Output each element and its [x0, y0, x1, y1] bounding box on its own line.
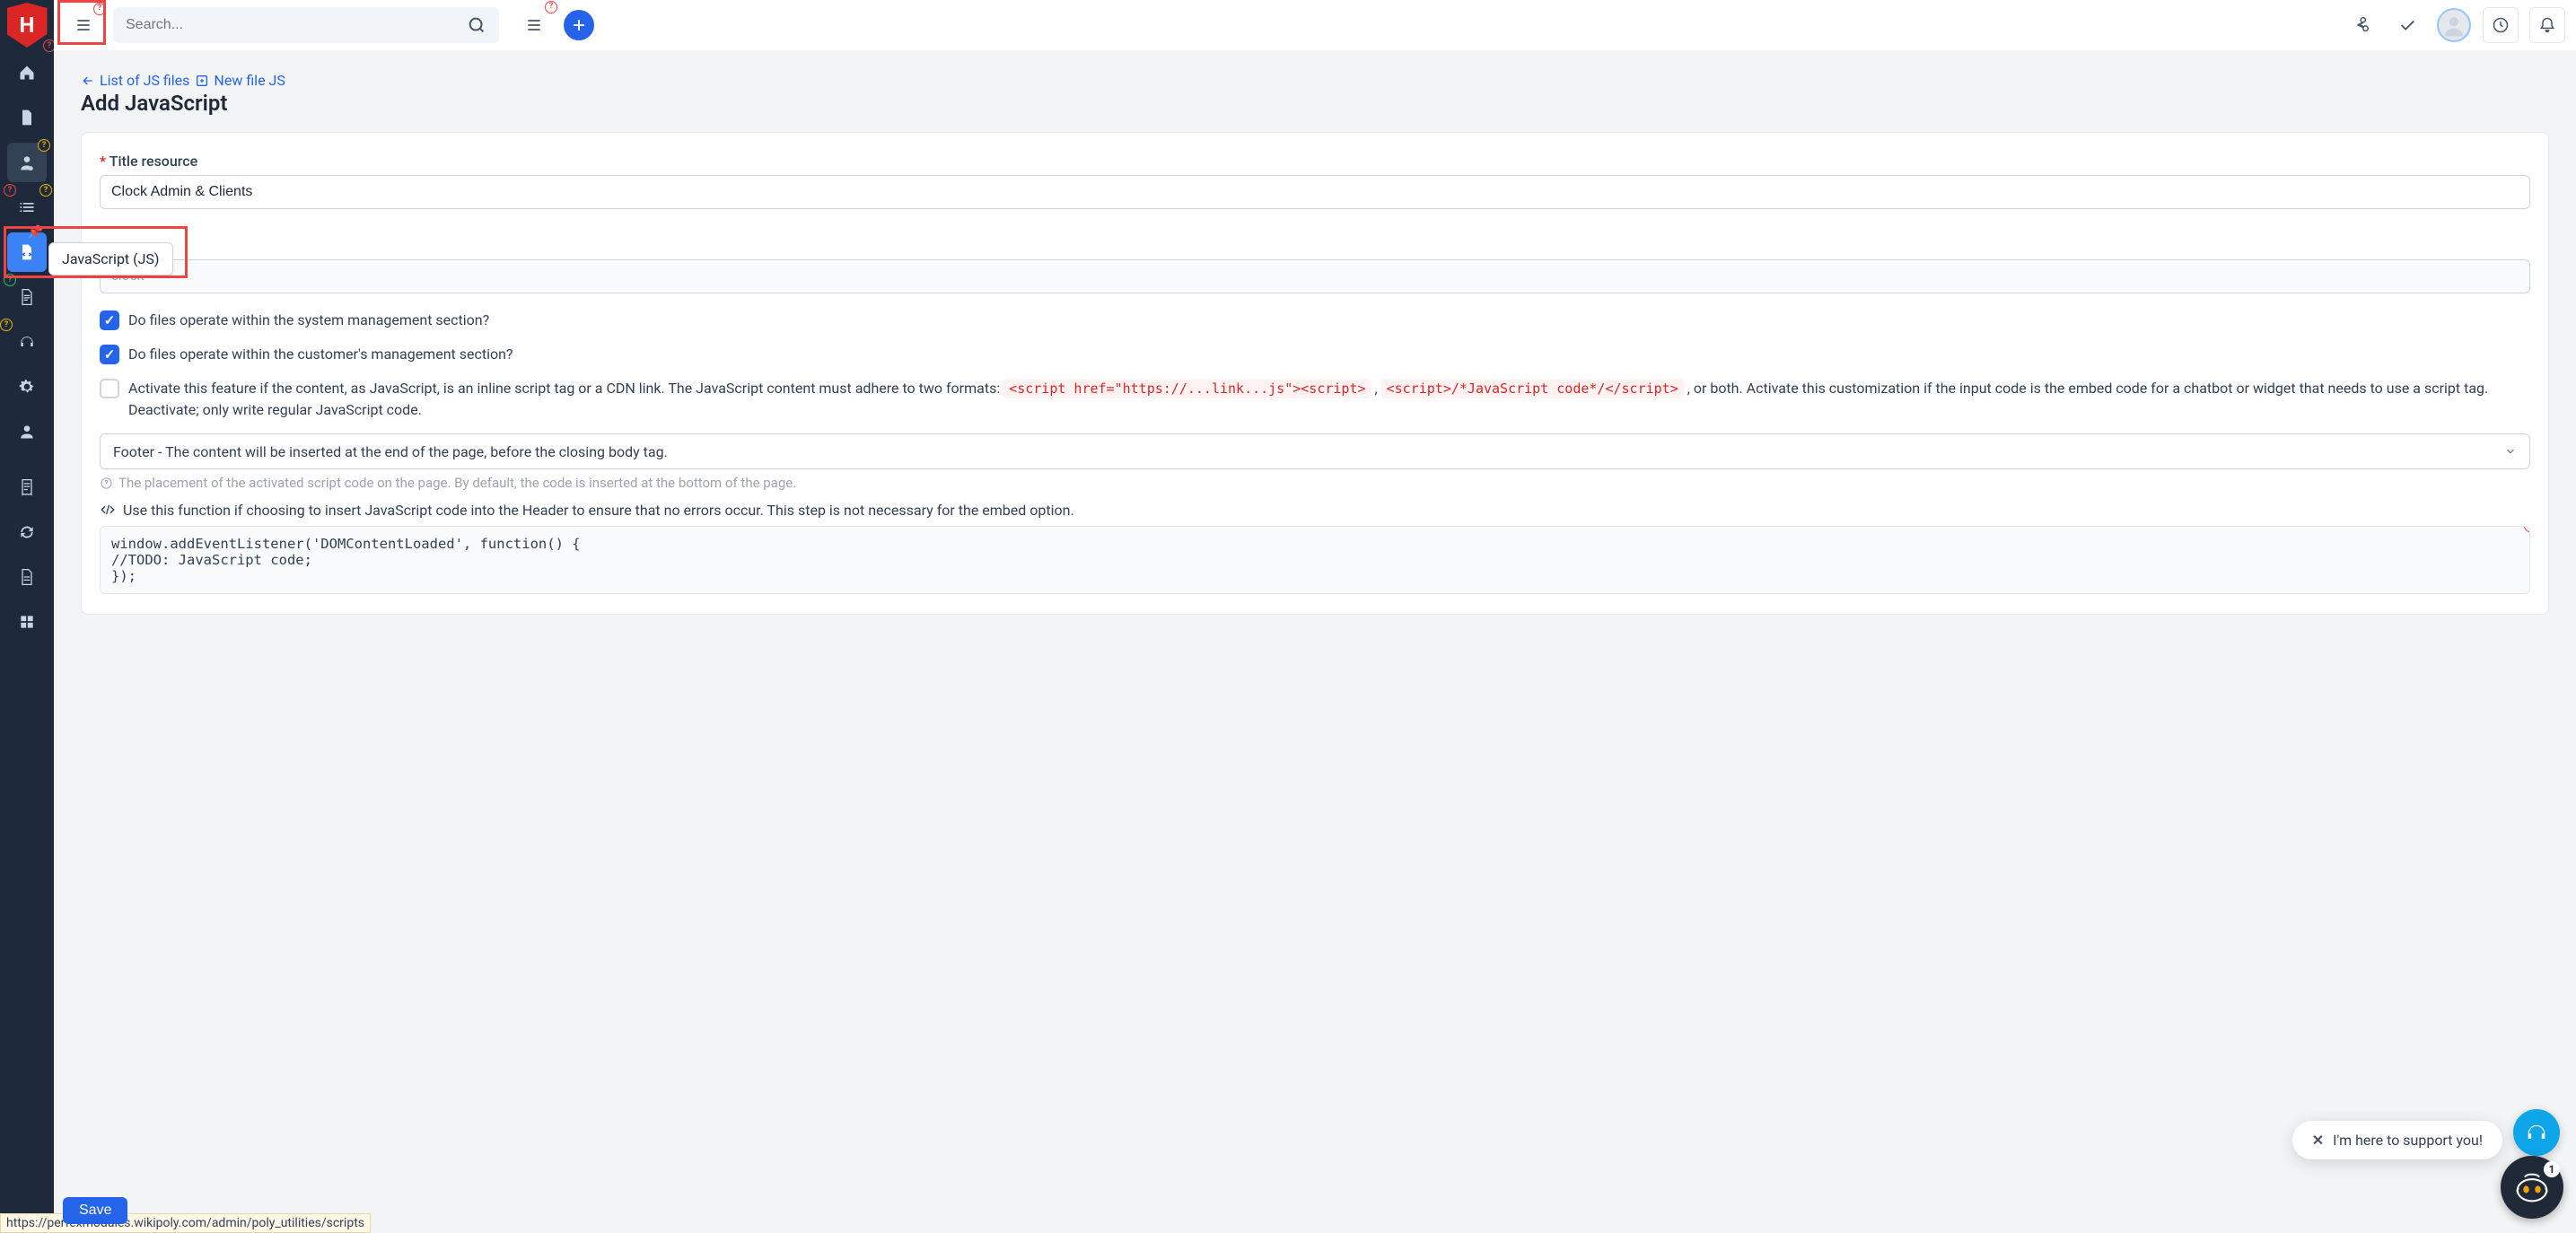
check-inline-box[interactable]: [100, 379, 119, 398]
clock-icon: [2492, 16, 2510, 34]
check-admin-row: Do files operate within the system manag…: [100, 310, 2530, 331]
sidebar-item-report[interactable]: [7, 557, 47, 597]
bell-button[interactable]: [2529, 7, 2565, 43]
list-check-icon: [18, 198, 36, 216]
sidebar-item-settings[interactable]: [7, 367, 47, 407]
menu-toggle-button[interactable]: ?: [65, 6, 102, 44]
avatar-button[interactable]: [2436, 7, 2472, 43]
sidebar-item-sync[interactable]: [7, 512, 47, 552]
check-client-row: Do files operate within the customer's m…: [100, 344, 2530, 365]
save-button[interactable]: Save: [63, 1197, 127, 1224]
sidebar-item-file[interactable]: [7, 98, 47, 137]
search-input[interactable]: [126, 17, 467, 33]
check-button[interactable]: [2389, 7, 2425, 43]
share-button[interactable]: [2343, 7, 2379, 43]
grid-icon: [18, 613, 36, 631]
user-clock-icon: [18, 153, 36, 171]
pin-icon: 📌: [28, 225, 43, 240]
share-icon: [2351, 15, 2370, 35]
sidebar-item-receipt[interactable]: [7, 468, 47, 507]
support-fab[interactable]: [2513, 1109, 2560, 1156]
placement-select[interactable]: Footer - The content will be inserted at…: [100, 433, 2530, 469]
content: List of JS files New file JS Add JavaScr…: [54, 50, 2576, 1233]
form-card: * Title resource Do files operate within…: [81, 132, 2549, 615]
sidebar-item-user-clock[interactable]: ?: [7, 143, 47, 182]
check-inline-row: Activate this feature if the content, as…: [100, 378, 2530, 421]
home-icon: [18, 64, 36, 82]
logo[interactable]: H ?: [0, 0, 54, 50]
page-title: Add JavaScript: [81, 91, 2549, 116]
check-inline-label: Activate this feature if the content, as…: [128, 378, 2530, 421]
sidebar-item-list[interactable]: ? ?: [7, 188, 47, 227]
bell-icon: [2538, 16, 2556, 34]
bot-badge: 1: [2544, 1161, 2560, 1177]
secondary-menu-button[interactable]: ?: [515, 6, 553, 44]
check-client-label: Do files operate within the customer's m…: [128, 344, 513, 365]
check-admin-box[interactable]: [100, 310, 119, 330]
gear-icon: [18, 378, 36, 396]
sidebar-item-grid[interactable]: [7, 602, 47, 642]
title-label: * Title resource: [100, 153, 2530, 170]
file-icon: [18, 109, 36, 127]
tooltip-js: JavaScript (JS): [48, 242, 173, 275]
bot-fab[interactable]: 1: [2501, 1156, 2563, 1219]
receipt-icon: [18, 478, 36, 496]
placement-selected-value: Footer - The content will be inserted at…: [113, 443, 668, 460]
user-icon: [18, 423, 36, 441]
doc-lines-icon: [18, 288, 36, 306]
support-bubble: ✕ I'm here to support you!: [2292, 1121, 2502, 1159]
check-client-box[interactable]: [100, 345, 119, 364]
add-button[interactable]: [564, 10, 594, 40]
plus-square-icon: [195, 74, 209, 88]
logo-shield-icon: H: [7, 3, 48, 48]
avatar-icon: [2437, 8, 2471, 42]
file-text-icon: [18, 568, 36, 586]
placement-hint: The placement of the activated script co…: [100, 475, 2530, 491]
status-url: https://perfexmodules.wikipoly.com/admin…: [0, 1213, 371, 1233]
menu-icon: [525, 16, 543, 34]
topbar: ? ?: [54, 0, 2576, 50]
arrow-left-icon: [81, 74, 95, 88]
chevron-down-icon: [2504, 445, 2517, 458]
sync-icon: [18, 523, 36, 541]
check-icon: [2397, 15, 2417, 35]
plus-icon: [571, 17, 587, 33]
breadcrumb: List of JS files New file JS: [81, 72, 2549, 89]
support-message: I'm here to support you!: [2333, 1132, 2483, 1149]
sidebar-item-profile[interactable]: [7, 412, 47, 451]
sidebar-item-js[interactable]: 📌: [7, 232, 47, 272]
check-admin-label: Do files operate within the system manag…: [128, 310, 489, 331]
header-hint: Use this function if choosing to insert …: [100, 502, 2530, 519]
breadcrumb-new-link[interactable]: New file JS: [195, 72, 285, 89]
question-circle-icon: [100, 477, 113, 490]
breadcrumb-list-link[interactable]: List of JS files: [81, 72, 189, 89]
code-sample: window.addEventListener('DOMContentLoade…: [100, 526, 2530, 594]
code-icon: [100, 502, 116, 518]
code-file-icon: [18, 243, 36, 261]
menu-icon: [74, 16, 92, 34]
search-box[interactable]: [113, 7, 499, 43]
headset-icon: [2524, 1120, 2549, 1145]
sidebar: H ? ? ? ? 📌 ? ?: [0, 0, 54, 1233]
support-close-button[interactable]: ✕: [2312, 1132, 2324, 1149]
sidebar-item-doc[interactable]: ?: [7, 277, 47, 317]
sidebar-item-home[interactable]: [7, 53, 47, 92]
search-icon: [467, 15, 486, 35]
clock-button[interactable]: [2483, 7, 2519, 43]
sidebar-item-headset[interactable]: ?: [7, 322, 47, 362]
title-input[interactable]: [100, 175, 2530, 209]
slug-input[interactable]: [100, 259, 2530, 293]
headset-icon: [18, 333, 36, 351]
main: ? ?: [54, 0, 2576, 1233]
